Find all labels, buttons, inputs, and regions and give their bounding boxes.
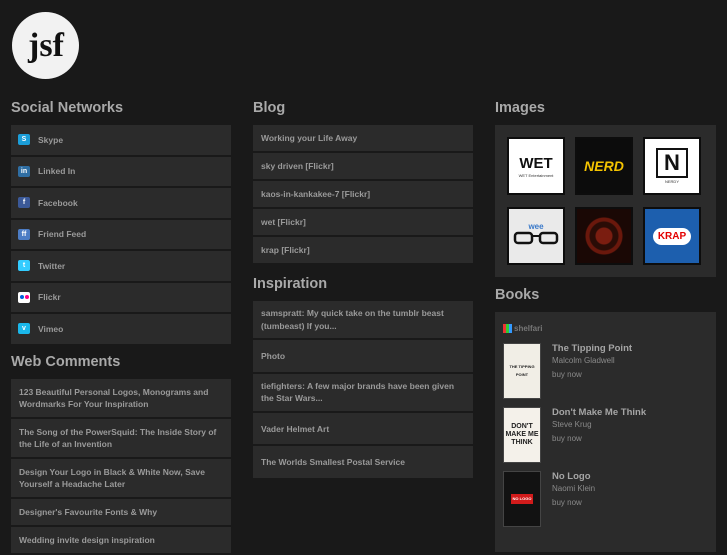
logo-text: jsf (27, 27, 65, 64)
red-pattern-thumbnail[interactable] (575, 207, 633, 265)
shelfari-label: shelfari (514, 324, 543, 333)
flickr-icon (18, 291, 30, 303)
social-link-label: Linked In (38, 166, 76, 177)
books-panel: shelfari THE TIPPING POINT The Tipping Po… (495, 312, 716, 552)
comment-link[interactable]: 123 Beautiful Personal Logos, Monograms … (11, 378, 231, 419)
facebook-icon: f (18, 197, 30, 209)
wet-thumbnail[interactable]: WET WET Entertainment (507, 137, 565, 195)
social-link-label: Twitter (38, 260, 66, 271)
thumbnail-text: wee (528, 222, 544, 231)
book-info: Don't Make Me Think Steve Krug buy now (552, 407, 646, 463)
book-cover-text: NO LOGO (510, 494, 534, 504)
inspiration-link[interactable]: Vader Helmet Art (253, 412, 473, 446)
inspiration-link[interactable]: Photo (253, 340, 473, 374)
book-author: Naomi Klein (552, 484, 596, 493)
web-comments-list: 123 Beautiful Personal Logos, Monograms … (11, 378, 231, 555)
thumbnail-text: N (656, 148, 688, 178)
inspiration-list: samspratt: My quick take on the tumblr b… (253, 301, 473, 480)
social-link-label: Flickr (38, 292, 61, 303)
book-cover[interactable]: DON'T MAKE ME THINK (503, 407, 541, 463)
book-info: The Tipping Point Malcolm Gladwell buy now (552, 343, 632, 399)
krap-thumbnail[interactable]: KRAP (643, 207, 701, 265)
social-link-friend-feed[interactable]: ff Friend Feed (11, 219, 231, 251)
book-cover-text: DON'T MAKE ME THINK (505, 423, 539, 446)
social-link-label: Skype (38, 134, 64, 145)
image-thumbnails: WET WET Entertainment NERD N NERDY wee KRAP (507, 137, 704, 265)
book-item: THE TIPPING POINT The Tipping Point Malcol… (503, 343, 708, 399)
glasses-thumbnail[interactable]: wee (507, 207, 565, 265)
comment-link[interactable]: Wedding invite design inspiration (11, 526, 231, 555)
inspiration-heading: Inspiration (253, 276, 328, 292)
blog-heading: Blog (253, 100, 286, 116)
book-title[interactable]: The Tipping Point (552, 343, 632, 354)
social-link-facebook[interactable]: f Facebook (11, 188, 231, 220)
skype-icon: S (18, 134, 30, 146)
social-networks-list: S Skype in Linked In f Facebook ff Friend Feed t… (11, 125, 231, 346)
comment-link[interactable]: Designer's Favourite Fonts & Why (11, 498, 231, 527)
social-link-label: Vimeo (38, 323, 64, 334)
buy-now-link[interactable]: buy now (552, 434, 646, 443)
book-author: Malcolm Gladwell (552, 356, 615, 365)
social-link-twitter[interactable]: t Twitter (11, 251, 231, 283)
glasses-icon (513, 231, 559, 250)
blog-post-link[interactable]: sky driven [Flickr] (253, 153, 473, 181)
site-logo[interactable]: jsf (12, 12, 79, 79)
social-link-skype[interactable]: S Skype (11, 125, 231, 157)
friendfeed-icon: ff (18, 228, 30, 240)
book-cover[interactable]: THE TIPPING POINT (503, 343, 541, 399)
twitter-icon: t (18, 260, 30, 272)
vimeo-icon: v (18, 323, 30, 335)
inspiration-link[interactable]: samspratt: My quick take on the tumblr b… (253, 301, 473, 340)
images-panel: WET WET Entertainment NERD N NERDY wee KRAP (495, 125, 716, 277)
thumbnail-text: NERD (584, 158, 624, 174)
thumbnail-text: KRAP (652, 227, 692, 245)
book-title[interactable]: Don't Make Me Think (552, 407, 646, 418)
thumbnail-text: WET (519, 154, 553, 172)
book-item: DON'T MAKE ME THINK Don't Make Me Think St… (503, 407, 708, 463)
jsf-logo-icon: jsf (27, 27, 65, 64)
web-comments-heading: Web Comments (11, 353, 121, 370)
book-title[interactable]: No Logo (552, 471, 595, 482)
inspiration-link[interactable]: tiefighters: A few major brands have bee… (253, 373, 473, 413)
shelfari-badge[interactable]: shelfari (503, 324, 542, 333)
comment-link[interactable]: Design Your Logo in Black & White Now, S… (11, 458, 231, 499)
social-networks-heading: Social Networks (11, 100, 124, 116)
social-link-flickr[interactable]: Flickr (11, 282, 231, 314)
book-cover-text: THE TIPPING POINT (509, 364, 535, 377)
inspiration-link[interactable]: The Worlds Smallest Postal Service (253, 446, 473, 480)
comment-link[interactable]: The Song of the PowerSquid: The Inside S… (11, 418, 231, 459)
images-heading: Images (495, 100, 545, 116)
thumbnail-subtext: WET Entertainment (518, 172, 554, 178)
blog-post-link[interactable]: kaos-in-kankakee-7 [Flickr] (253, 181, 473, 209)
middle-column: Blog Working your Life Away sky driven [F… (253, 98, 473, 480)
blog-list: Working your Life Away sky driven [Flickr… (253, 125, 473, 265)
blog-post-link[interactable]: Working your Life Away (253, 125, 473, 153)
book-item: NO LOGO No Logo Naomi Klein buy now (503, 471, 708, 527)
social-link-label: Friend Feed (38, 229, 87, 240)
social-link-vimeo[interactable]: v Vimeo (11, 314, 231, 346)
shelfari-icon (503, 324, 512, 333)
social-link-label: Facebook (38, 197, 78, 208)
books-list: THE TIPPING POINT The Tipping Point Malcol… (503, 343, 708, 527)
book-info: No Logo Naomi Klein buy now (552, 471, 595, 527)
linkedin-icon: in (18, 165, 30, 177)
left-column: Social Networks S Skype in Linked In f Facebo… (11, 98, 231, 555)
buy-now-link[interactable]: buy now (552, 370, 632, 379)
buy-now-link[interactable]: buy now (552, 498, 595, 507)
books-heading: Books (495, 287, 540, 303)
thumbnail-subtext: NERDY (664, 179, 679, 184)
book-cover[interactable]: NO LOGO (503, 471, 541, 527)
social-link-linked-in[interactable]: in Linked In (11, 156, 231, 188)
right-column: Images WET WET Entertainment NERD N NERDY wee… (495, 98, 716, 552)
nerd-thumbnail[interactable]: NERD (575, 137, 633, 195)
nerdy-rating-thumbnail[interactable]: N NERDY (643, 137, 701, 195)
blog-post-link[interactable]: wet [Flickr] (253, 209, 473, 237)
book-author: Steve Krug (552, 420, 592, 429)
blog-post-link[interactable]: krap [Flickr] (253, 237, 473, 265)
